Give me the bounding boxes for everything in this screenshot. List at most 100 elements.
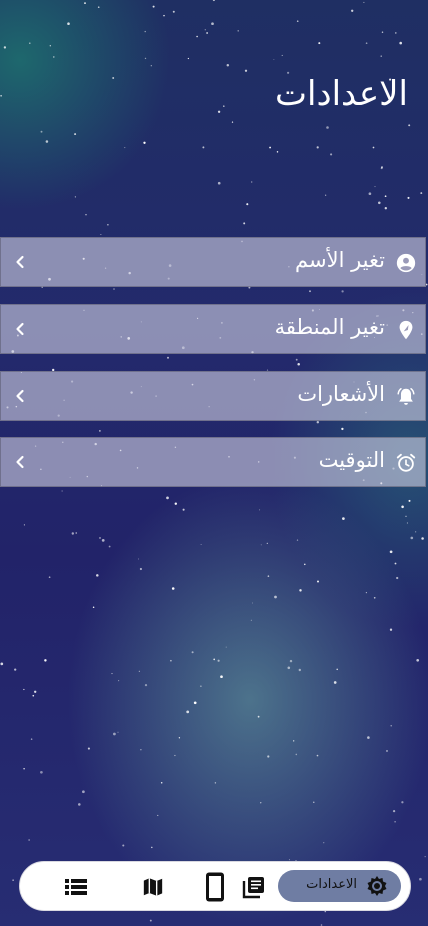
star [220, 675, 223, 679]
star [117, 731, 119, 733]
star [40, 130, 43, 133]
star [318, 42, 321, 45]
menu-item-change-name[interactable]: تغير الأسم [0, 237, 426, 287]
star [276, 151, 279, 153]
star [309, 290, 311, 293]
star [108, 545, 111, 548]
star [67, 22, 70, 26]
star [174, 754, 176, 757]
star [3, 46, 7, 49]
smartphone-icon[interactable] [203, 871, 227, 903]
menu-item-change-region[interactable]: تغير المنطقة [0, 304, 426, 354]
star [326, 126, 329, 129]
menu-item-timing[interactable]: التوقيت [0, 437, 426, 487]
star [178, 737, 181, 739]
star [30, 738, 33, 740]
star [246, 203, 249, 206]
star [96, 574, 99, 577]
star [212, 0, 216, 2]
star [78, 803, 81, 806]
star [251, 181, 253, 183]
star [196, 35, 198, 38]
star [40, 770, 43, 774]
star [408, 124, 411, 127]
chevron-left-icon [16, 255, 24, 269]
star [113, 732, 116, 736]
star [336, 668, 338, 671]
menu-item-label: الأشعارات [297, 382, 385, 406]
star [0, 95, 2, 97]
nav-item-settings[interactable]: الاعدادات [278, 870, 401, 902]
map-icon[interactable] [142, 876, 164, 898]
star [399, 41, 403, 45]
star [381, 31, 384, 33]
star [101, 539, 105, 542]
nav-item-label: الاعدادات [306, 877, 357, 892]
page-title: الاعدادات [274, 74, 408, 114]
star [191, 651, 194, 654]
star [384, 195, 387, 198]
star [342, 517, 345, 520]
star [316, 580, 320, 583]
menu-item-notifications[interactable]: الأشعارات [0, 371, 426, 421]
star [87, 747, 90, 750]
star [226, 64, 230, 67]
star [380, 167, 383, 170]
list-icon[interactable] [65, 878, 87, 896]
settings-gear-icon [367, 876, 387, 896]
star [237, 30, 239, 32]
star [293, 740, 295, 742]
star [75, 532, 77, 534]
library-books-icon[interactable] [242, 875, 266, 899]
star [113, 288, 115, 290]
star [225, 646, 227, 648]
star [144, 57, 147, 60]
star [84, 2, 86, 4]
star [217, 110, 221, 113]
star [406, 522, 408, 524]
star [266, 542, 268, 545]
star [23, 688, 25, 691]
star [421, 537, 424, 540]
star [160, 781, 163, 784]
star [0, 662, 4, 666]
star [99, 537, 101, 539]
alarm-clock-icon [396, 453, 416, 472]
star [250, 619, 252, 621]
star [170, 659, 172, 662]
star [341, 427, 344, 431]
star [424, 856, 426, 858]
star [296, 20, 299, 23]
star [139, 567, 142, 571]
star [368, 192, 372, 196]
star [367, 736, 370, 739]
star [323, 842, 325, 844]
star [107, 223, 109, 226]
star [401, 801, 404, 804]
star [61, 490, 63, 492]
star [166, 496, 169, 500]
star [171, 587, 175, 590]
star [269, 146, 272, 149]
star [82, 790, 85, 794]
star [341, 290, 344, 293]
star [29, 42, 31, 44]
star [316, 754, 319, 757]
star [211, 22, 214, 26]
star [124, 147, 126, 149]
star [144, 683, 148, 687]
star [260, 544, 262, 546]
menu-item-label: التوقيت [318, 448, 385, 472]
star [392, 809, 396, 813]
star [200, 685, 202, 687]
star [143, 141, 146, 144]
location-pin-icon [399, 320, 413, 340]
star [34, 690, 37, 693]
star [118, 680, 120, 682]
bottom-navigation-bar: الاعدادات [19, 861, 411, 911]
star [150, 65, 152, 67]
star [99, 430, 101, 432]
star [316, 420, 320, 424]
star [122, 844, 125, 847]
star [298, 668, 301, 672]
